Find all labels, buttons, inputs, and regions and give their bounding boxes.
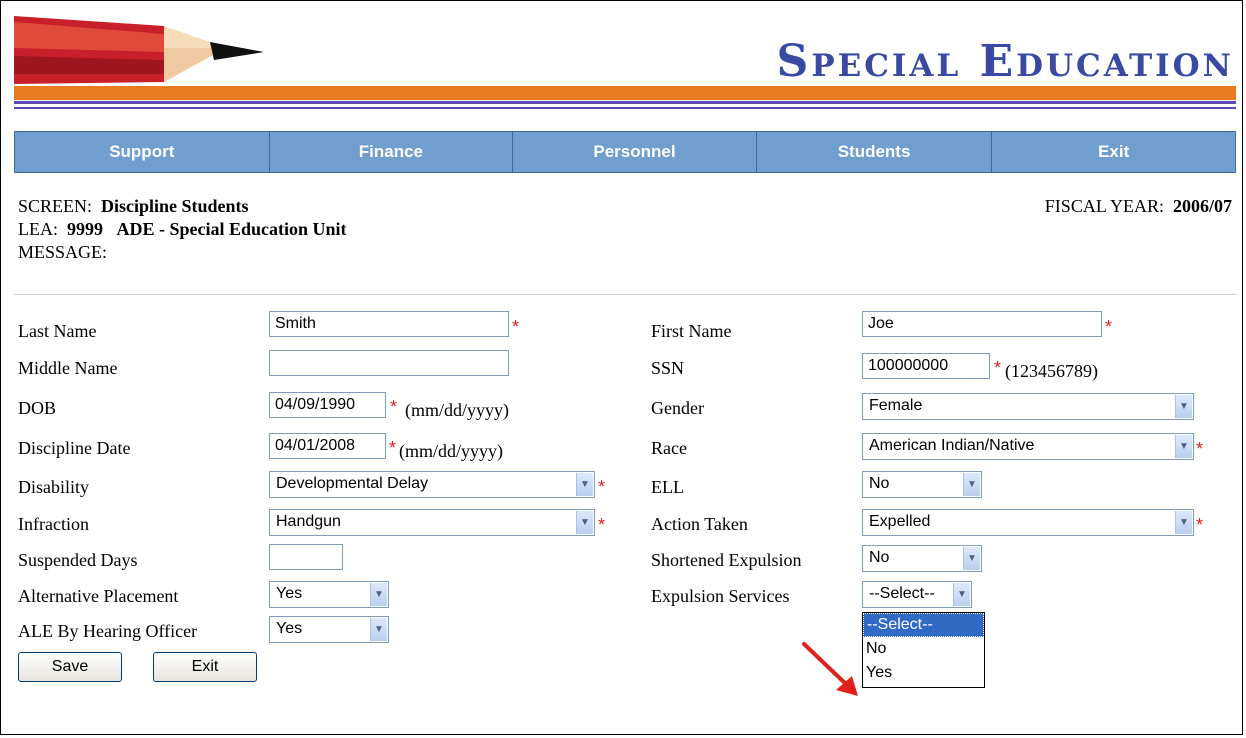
shortened-expulsion-label: Shortened Expulsion xyxy=(651,550,802,570)
action-taken-label: Action Taken xyxy=(651,514,748,534)
lea-name: ADE - Special Education Unit xyxy=(116,219,347,239)
gender-select[interactable]: Female ▼ xyxy=(862,393,1194,420)
disability-select[interactable]: Developmental Delay ▼ xyxy=(269,471,595,498)
shortened-expulsion-select[interactable]: No ▼ xyxy=(862,545,982,572)
infraction-label: Infraction xyxy=(18,514,89,534)
expulsion-services-label: Expulsion Services xyxy=(651,586,790,606)
save-button[interactable]: Save xyxy=(18,652,122,682)
race-select[interactable]: American Indian/Native ▼ xyxy=(862,433,1194,460)
chevron-down-icon: ▼ xyxy=(1175,395,1192,418)
expulsion-services-value: --Select-- xyxy=(869,585,935,602)
discipline-date-required: * xyxy=(389,438,397,458)
lea-info: LEA: 9999 ADE - Special Education Unit xyxy=(18,217,347,241)
chevron-down-icon: ▼ xyxy=(370,583,387,606)
discipline-date-input[interactable]: 04/01/2008 xyxy=(269,433,386,459)
chevron-down-icon: ▼ xyxy=(963,547,980,570)
chevron-down-icon: ▼ xyxy=(963,473,980,496)
first-name-label: First Name xyxy=(651,321,732,341)
fiscal-year-info: FISCAL YEAR: 2006/07 xyxy=(1045,194,1232,218)
pencil-logo xyxy=(14,16,264,84)
ssn-required: * xyxy=(994,358,1002,378)
chevron-down-icon: ▼ xyxy=(576,473,593,496)
chevron-down-icon: ▼ xyxy=(1175,435,1192,458)
chevron-down-icon: ▼ xyxy=(370,618,387,641)
header-rule-orange xyxy=(14,86,1236,100)
disability-required: * xyxy=(598,477,606,497)
red-arrow-icon xyxy=(802,642,858,696)
gender-value: Female xyxy=(869,397,923,414)
dob-format-hint: (mm/dd/yyyy) xyxy=(405,400,509,420)
infraction-select[interactable]: Handgun ▼ xyxy=(269,509,595,536)
nav-exit[interactable]: Exit xyxy=(992,132,1235,172)
middle-name-label: Middle Name xyxy=(18,358,118,378)
disability-label: Disability xyxy=(18,477,89,497)
gender-label: Gender xyxy=(651,398,704,418)
alternative-placement-value: Yes xyxy=(276,585,303,602)
ell-label: ELL xyxy=(651,477,684,497)
expulsion-services-options: --Select-- No Yes xyxy=(862,612,985,688)
first-name-required: * xyxy=(1105,317,1113,337)
nav-finance[interactable]: Finance xyxy=(269,132,514,172)
last-name-label: Last Name xyxy=(18,321,97,341)
dob-label: DOB xyxy=(18,398,57,418)
first-name-input[interactable]: Joe xyxy=(862,311,1102,337)
action-taken-required: * xyxy=(1196,515,1204,535)
action-taken-value: Expelled xyxy=(869,513,931,530)
last-name-input[interactable]: Smith xyxy=(269,311,509,337)
ssn-format-hint: (123456789) xyxy=(1005,361,1098,381)
nav-support[interactable]: Support xyxy=(15,132,270,172)
screen-label: SCREEN: xyxy=(18,196,93,216)
fiscal-year-label: FISCAL YEAR: xyxy=(1044,196,1164,216)
screen-info: SCREEN: Discipline Students xyxy=(18,194,249,218)
brand-title: Special Education xyxy=(776,36,1234,87)
chevron-down-icon: ▼ xyxy=(576,511,593,534)
section-divider xyxy=(14,294,1236,295)
nav-students[interactable]: Students xyxy=(756,132,993,172)
option-yes[interactable]: Yes xyxy=(863,661,984,685)
header-rule-purple xyxy=(14,101,1236,104)
alternative-placement-label: Alternative Placement xyxy=(18,586,179,606)
race-label: Race xyxy=(651,438,687,458)
ssn-input[interactable]: 100000000 xyxy=(862,353,990,379)
screen-value: Discipline Students xyxy=(101,196,249,216)
suspended-days-label: Suspended Days xyxy=(18,550,138,570)
lea-label: LEA: xyxy=(18,219,58,239)
expulsion-services-select[interactable]: --Select-- ▼ xyxy=(862,581,972,608)
chevron-down-icon: ▼ xyxy=(953,583,970,606)
header-rule-purple-thin xyxy=(14,107,1236,109)
ale-hearing-officer-value: Yes xyxy=(276,620,303,637)
infraction-required: * xyxy=(598,515,606,535)
last-name-required: * xyxy=(512,317,520,337)
chevron-down-icon: ▼ xyxy=(1175,511,1192,534)
main-nav: Support Finance Personnel Students Exit xyxy=(14,131,1236,173)
lea-code: 9999 xyxy=(67,219,103,239)
exit-button[interactable]: Exit xyxy=(153,652,257,682)
dob-input[interactable]: 04/09/1990 xyxy=(269,392,386,418)
suspended-days-input[interactable] xyxy=(269,544,343,570)
discipline-date-label: Discipline Date xyxy=(18,438,131,458)
race-required: * xyxy=(1196,439,1204,459)
infraction-value: Handgun xyxy=(276,513,341,530)
option-no[interactable]: No xyxy=(863,637,984,661)
fiscal-year-value: 2006/07 xyxy=(1172,196,1232,216)
ale-hearing-officer-label: ALE By Hearing Officer xyxy=(18,621,198,641)
ssn-label: SSN xyxy=(651,358,685,378)
alternative-placement-select[interactable]: Yes ▼ xyxy=(269,581,389,608)
ale-hearing-officer-select[interactable]: Yes ▼ xyxy=(269,616,389,643)
race-value: American Indian/Native xyxy=(869,437,1035,454)
nav-personnel[interactable]: Personnel xyxy=(513,132,757,172)
disability-value: Developmental Delay xyxy=(276,475,429,492)
ell-select[interactable]: No ▼ xyxy=(862,471,982,498)
discipline-date-format-hint: (mm/dd/yyyy) xyxy=(399,441,503,461)
ell-value: No xyxy=(869,475,890,492)
option-select[interactable]: --Select-- xyxy=(863,613,984,637)
action-taken-select[interactable]: Expelled ▼ xyxy=(862,509,1194,536)
message-label: MESSAGE: xyxy=(18,242,108,262)
dob-required: * xyxy=(390,397,398,417)
middle-name-input[interactable] xyxy=(269,350,509,376)
shortened-expulsion-value: No xyxy=(869,549,890,566)
